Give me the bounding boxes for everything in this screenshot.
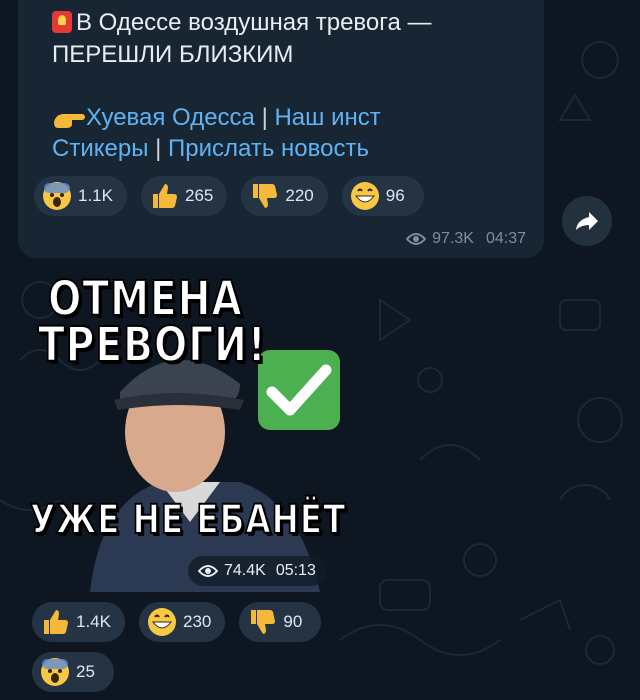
reaction-grin[interactable]: 230 bbox=[138, 602, 226, 642]
message-time: 04:37 bbox=[485, 230, 526, 247]
scream-emoji-icon bbox=[43, 182, 71, 210]
sticker-views: 74.4K bbox=[224, 562, 266, 579]
channel-link[interactable]: Хуевая Одесса bbox=[86, 104, 255, 131]
reaction-grin[interactable]: 96 bbox=[341, 176, 424, 216]
pointing-hand-icon bbox=[54, 114, 85, 128]
link-separator-2: | bbox=[155, 135, 162, 162]
sticker-caption-bottom: УЖЕ НЕ ЕБАНЁТ bbox=[29, 497, 347, 543]
scream-emoji-icon bbox=[41, 658, 69, 686]
reaction-count: 96 bbox=[385, 186, 405, 205]
thumbs-up-icon bbox=[44, 610, 68, 634]
reaction-count: 1.1K bbox=[78, 186, 113, 205]
message-headline-line: В Одессе воздушная тревога — bbox=[52, 8, 432, 38]
channel-message-bubble: В Одессе воздушная тревога — ПЕРЕШЛИ БЛИ… bbox=[18, 0, 544, 258]
reaction-count: 265 bbox=[184, 186, 214, 205]
sticker-caption-top-2: ТРЕВОГИ! bbox=[37, 317, 267, 373]
views-count: 97.3K bbox=[432, 230, 474, 247]
views-eye-icon bbox=[406, 233, 427, 245]
siren-icon bbox=[52, 11, 72, 33]
reaction-thumbs-down[interactable]: 220 bbox=[241, 176, 328, 216]
grin-emoji-icon bbox=[147, 608, 176, 636]
sticker-time: 05:13 bbox=[275, 562, 316, 579]
check-mark-emoji bbox=[258, 350, 340, 430]
reaction-thumbs-down[interactable]: 90 bbox=[239, 602, 322, 642]
message-reactions: 1.1K 265 220 96 bbox=[34, 176, 424, 216]
message-headline-line-2: ПЕРЕШЛИ БЛИЗКИМ bbox=[52, 40, 293, 70]
sticker-reactions-row-2: 25 bbox=[32, 652, 114, 692]
grin-emoji-icon bbox=[350, 182, 379, 210]
views-eye-icon bbox=[198, 565, 218, 577]
thumbs-down-icon bbox=[251, 610, 276, 634]
message-meta: 97.3K 04:37 bbox=[406, 230, 526, 248]
reaction-scream[interactable]: 1.1K bbox=[34, 176, 127, 216]
message-headline: В Одессе воздушная тревога — bbox=[76, 9, 432, 36]
reaction-count: 25 bbox=[76, 662, 95, 681]
channel-links-line-2: Стикеры | Прислать новость bbox=[52, 134, 369, 164]
reaction-thumbs-up[interactable]: 1.4K bbox=[32, 602, 125, 642]
sticker-message[interactable]: ОТМЕНА ТРЕВОГИ! УЖЕ НЕ ЕБАНЁТ 74.4K 05:1… bbox=[29, 272, 350, 592]
channel-links-line: Хуевая Одесса | Наш инст bbox=[52, 103, 381, 133]
thumbs-down-icon bbox=[253, 184, 278, 208]
message-headline-2: ПЕРЕШЛИ БЛИЗКИМ bbox=[52, 41, 294, 68]
instagram-link[interactable]: Наш инст bbox=[274, 104, 380, 131]
reaction-count: 90 bbox=[283, 612, 303, 631]
reaction-thumbs-up[interactable]: 265 bbox=[140, 176, 228, 216]
sticker-reactions: 1.4K 230 90 bbox=[32, 602, 322, 642]
forward-share-button[interactable] bbox=[562, 196, 612, 246]
stickers-link[interactable]: Стикеры bbox=[52, 135, 148, 162]
reaction-count: 230 bbox=[182, 612, 212, 631]
share-arrow-icon bbox=[576, 212, 598, 230]
sticker-meta: 74.4K 05:13 bbox=[188, 556, 326, 586]
reaction-count: 220 bbox=[285, 186, 314, 205]
thumbs-up-icon bbox=[152, 184, 177, 208]
reaction-scream[interactable]: 25 bbox=[32, 652, 114, 692]
submit-news-link[interactable]: Прислать новость bbox=[168, 135, 369, 162]
reaction-count: 1.4K bbox=[76, 612, 111, 631]
link-separator: | bbox=[261, 104, 268, 131]
